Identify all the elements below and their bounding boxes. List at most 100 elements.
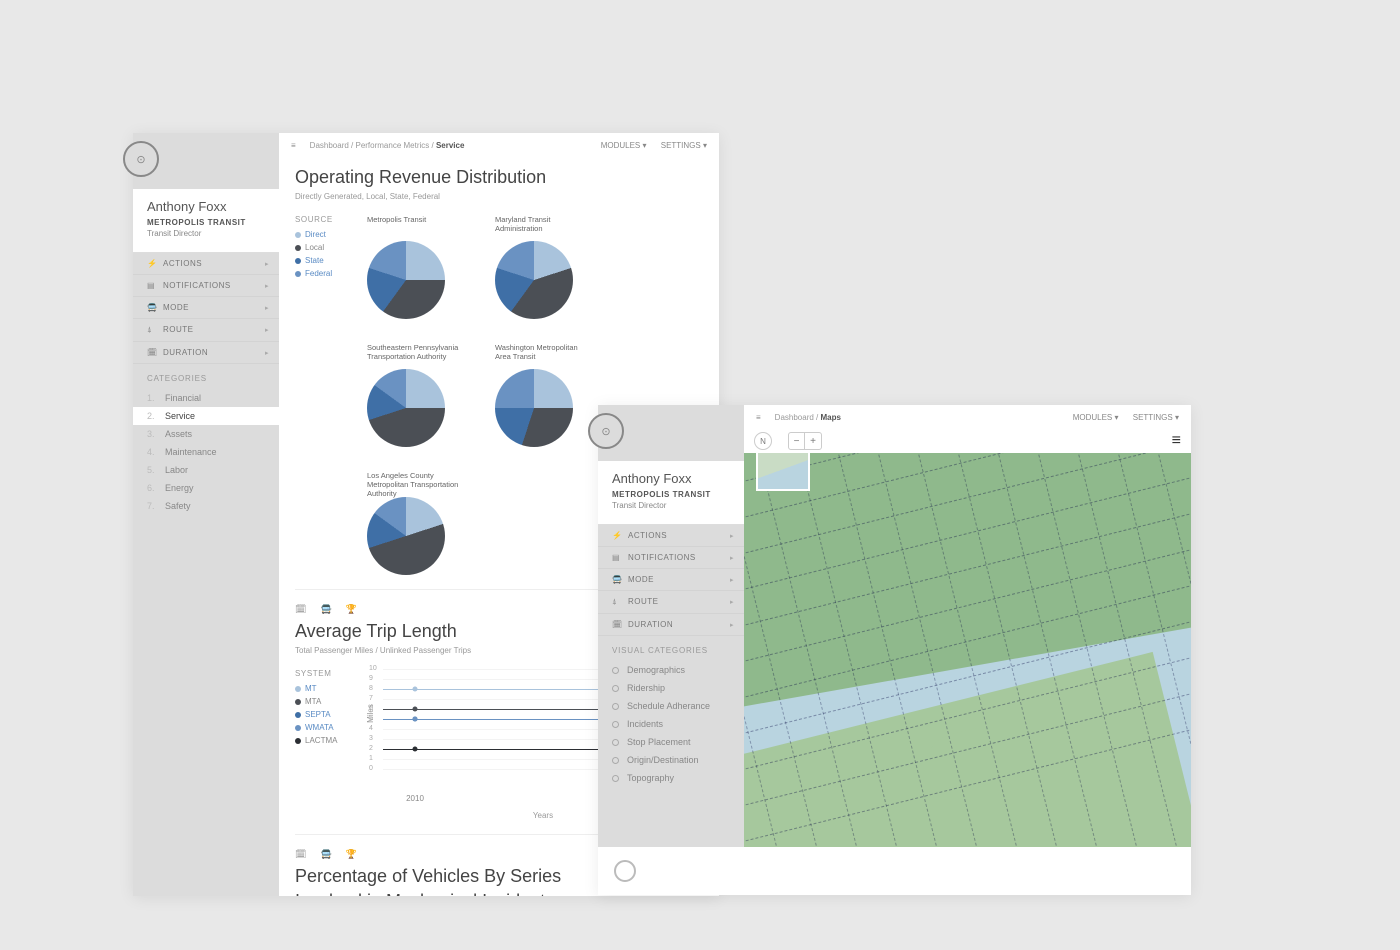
nav-item-actions[interactable]: ⚡ACTIONS▸ [133,253,279,275]
modules-menu[interactable]: MODULES ▾ [1073,413,1119,422]
nav-list: ⚡ACTIONS▸▤NOTIFICATIONS▸🚍MODE▸⍋ROUTE▸🗓DU… [598,525,744,636]
legend-local[interactable]: Local [295,243,359,252]
map-canvas[interactable] [744,429,1191,847]
visual-origin-destination[interactable]: Origin/Destination [598,751,744,769]
compass-button[interactable]: N [754,432,772,450]
nav-item-duration[interactable]: 🗓DURATION▸ [598,614,744,636]
legend-mta[interactable]: MTA [295,697,359,706]
legend-mt[interactable]: MT [295,684,359,693]
visual-topography[interactable]: Topography [598,769,744,787]
duration-icon: 🗓 [147,348,157,357]
legend-lactma[interactable]: LACTMA [295,736,359,745]
topbar-b: ≡ Dashboard / Maps MODULES ▾ SETTINGS ▾ [744,405,1191,429]
category-service[interactable]: 2.Service [133,407,279,425]
radio-icon [612,703,619,710]
visual-stop-placement[interactable]: Stop Placement [598,733,744,751]
route-icon: ⍋ [147,325,157,335]
sidebar-b: ⊙ Anthony Foxx METROPOLIS TRANSIT Transi… [598,405,744,895]
breadcrumb[interactable]: Dashboard / Maps [775,413,841,422]
layers-icon[interactable]: ≡ [1172,432,1181,450]
chevron-right-icon: ▸ [265,282,269,290]
menu-icon[interactable]: ≡ [756,413,761,422]
tool-bus-icon[interactable]: 🚍 [320,604,331,615]
route-icon: ⍋ [612,597,622,607]
crumb-service: Service [436,141,464,150]
user-org: METROPOLIS TRANSIT [147,218,265,227]
category-safety[interactable]: 7.Safety [133,497,279,515]
notifications-icon: ▤ [612,553,622,562]
modules-menu[interactable]: MODULES ▾ [601,141,647,150]
user-name: Anthony Foxx [147,199,265,214]
category-labor[interactable]: 5.Labor [133,461,279,479]
nav-item-notifications[interactable]: ▤NOTIFICATIONS▸ [598,547,744,569]
nav-item-mode[interactable]: 🚍MODE▸ [133,297,279,319]
actions-icon: ⚡ [147,259,157,268]
zoom-out-button[interactable]: − [789,433,805,449]
pie-title: Los Angeles County Metropolitan Transpor… [367,471,467,491]
mode-icon: 🚍 [612,575,622,584]
legend-direct[interactable]: Direct [295,230,359,239]
crumb-maps: Maps [820,413,840,422]
legend2-header: SYSTEM [295,669,359,678]
tool-calendar-icon[interactable]: 🗓 [295,604,306,615]
mode-icon: 🚍 [147,303,157,312]
maps-window: ⊙ Anthony Foxx METROPOLIS TRANSIT Transi… [598,405,1191,895]
legend-federal[interactable]: Federal [295,269,359,278]
chevron-right-icon: ▸ [730,598,734,606]
pie-title: Maryland Transit Administration [495,215,595,235]
menu-icon[interactable]: ≡ [291,141,296,150]
zoom-in-button[interactable]: + [805,433,821,449]
footer [598,847,1191,895]
visual-incidents[interactable]: Incidents [598,715,744,733]
crumb-dashboard[interactable]: Dashboard [775,413,814,422]
pie-chart [495,241,573,319]
nav-item-actions[interactable]: ⚡ACTIONS▸ [598,525,744,547]
chevron-right-icon: ▸ [265,349,269,357]
tool-trophy-icon[interactable]: 🏆 [346,849,357,860]
pie-chart [367,241,445,319]
legend-state[interactable]: State [295,256,359,265]
legend-wmata[interactable]: WMATA [295,723,359,732]
pie-chart [495,369,573,447]
category-energy[interactable]: 6.Energy [133,479,279,497]
pie-title: Southeastern Pennsylvania Transportation… [367,343,467,363]
tool-trophy-icon[interactable]: 🏆 [346,604,357,615]
category-maintenance[interactable]: 4.Maintenance [133,443,279,461]
section1-subtitle: Directly Generated, Local, State, Federa… [295,192,703,201]
legend-header: SOURCE [295,215,359,224]
pie-title: Washington Metropolitan Area Transit [495,343,595,363]
nav-item-duration[interactable]: 🗓DURATION▸ [133,342,279,364]
tool-calendar-icon[interactable]: 🗓 [295,849,306,860]
nav-item-notifications[interactable]: ▤NOTIFICATIONS▸ [133,275,279,297]
nav-item-mode[interactable]: 🚍MODE▸ [598,569,744,591]
user-role: Transit Director [147,229,265,238]
category-financial[interactable]: 1.Financial [133,389,279,407]
visual-schedule-adherance[interactable]: Schedule Adherance [598,697,744,715]
nav-list: ⚡ACTIONS▸▤NOTIFICATIONS▸🚍MODE▸⍋ROUTE▸🗓DU… [133,253,279,364]
visual-ridership[interactable]: Ridership [598,679,744,697]
settings-menu[interactable]: SETTINGS ▾ [1133,413,1179,422]
legend-septa[interactable]: SEPTA [295,710,359,719]
crumb-metrics[interactable]: Performance Metrics [355,141,429,150]
breadcrumb[interactable]: Dashboard / Performance Metrics / Servic… [310,141,465,150]
x-tick: 2010 [406,794,424,803]
category-assets[interactable]: 3.Assets [133,425,279,443]
tool-bus-icon[interactable]: 🚍 [320,849,331,860]
radio-icon [612,739,619,746]
settings-menu[interactable]: SETTINGS ▾ [661,141,707,150]
topbar: ≡ Dashboard / Performance Metrics / Serv… [279,133,719,157]
pie-3: Washington Metropolitan Area Transit [495,343,595,447]
chevron-right-icon: ▸ [730,621,734,629]
chevron-right-icon: ▸ [730,576,734,584]
map-controls: N − + ≡ [744,429,1191,453]
crumb-dashboard[interactable]: Dashboard [310,141,349,150]
zoom-control: − + [788,432,822,450]
user-role: Transit Director [612,501,730,510]
visual-demographics[interactable]: Demographics [598,661,744,679]
chevron-right-icon: ▸ [730,532,734,540]
radio-icon [612,667,619,674]
nav-item-route[interactable]: ⍋ROUTE▸ [598,591,744,614]
duration-icon: 🗓 [612,620,622,629]
nav-item-route[interactable]: ⍋ROUTE▸ [133,319,279,342]
footer-logo-icon [614,860,636,882]
